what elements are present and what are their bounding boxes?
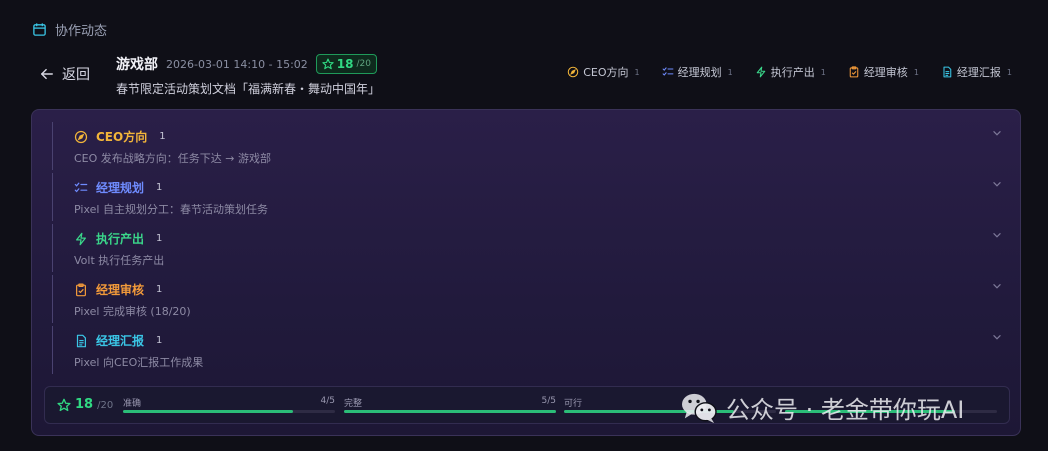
chevron-down-icon[interactable] <box>990 279 1004 293</box>
stage-name: 经理汇报 <box>96 334 145 348</box>
tab-count: 1 <box>1006 67 1012 77</box>
chevron-down-icon[interactable] <box>990 228 1004 242</box>
back-button[interactable]: 返回 <box>40 64 90 84</box>
metric-fill <box>344 410 556 413</box>
checklist-icon <box>662 67 674 76</box>
stage-name: 经理审核 <box>96 283 145 297</box>
clipboard-check-icon <box>76 282 86 296</box>
compass-icon <box>567 66 579 78</box>
metric-label: 可行 <box>564 399 583 409</box>
title-block: 游戏部 2026-03-01 14:10 - 15:02 18 /20 春节限定… <box>116 54 380 97</box>
stage-description: CEO 发布战略方向：任务下达 → 游戏部 <box>74 152 271 165</box>
tab-label: 经理汇报 <box>956 66 1001 79</box>
detail-header: 返回 游戏部 2026-03-01 14:10 - 15:02 18 /20 春… <box>40 54 1022 96</box>
metric-track <box>123 410 335 413</box>
tab-ceo-direction[interactable]: CEO方向 1 <box>567 64 640 80</box>
metric-fill <box>123 410 293 413</box>
tab-execution[interactable]: 执行产出 1 <box>755 64 826 80</box>
timeline-item-manager-plan[interactable]: 经理规划 1 Pixel 自主规划分工：春节活动策划任务 <box>52 173 1004 221</box>
clipboard-check-icon <box>849 66 859 78</box>
stage-description: Volt 执行任务产出 <box>74 254 165 267</box>
score-max: /20 <box>356 59 371 69</box>
wechat-icon <box>682 393 717 423</box>
compass-icon <box>74 130 88 143</box>
stage-description: Pixel 向CEO汇报工作成果 <box>74 356 204 369</box>
total-score-max: /20 <box>97 400 114 411</box>
section-title: 协作动态 <box>55 24 108 39</box>
stage-count: 1 <box>159 131 166 142</box>
metric-label: 完整 <box>344 399 363 409</box>
tab-count: 1 <box>820 67 826 77</box>
star-icon <box>322 58 334 70</box>
stage-count: 1 <box>156 233 163 244</box>
tab-label: 经理规划 <box>677 66 722 79</box>
task-subtitle: 春节限定活动策划文档「福满新春・舞动中国年」 <box>116 82 381 96</box>
watermark-text: 公众号 · 老金带你玩AI <box>726 396 965 424</box>
metric-score: 5/5 <box>541 396 556 406</box>
watermark: 公众号 · 老金带你玩AI <box>680 390 964 425</box>
tab-manager-report[interactable]: 经理汇报 1 <box>941 64 1012 80</box>
timeline-item-manager-review[interactable]: 经理审核 1 Pixel 完成审核 (18/20) <box>52 275 1004 323</box>
lightning-icon <box>76 232 86 245</box>
star-icon <box>57 398 71 411</box>
document-icon <box>76 334 86 347</box>
chevron-down-icon[interactable] <box>990 330 1004 344</box>
tab-label: 执行产出 <box>770 66 815 79</box>
timeline-item-ceo-direction[interactable]: CEO方向 1 CEO 发布战略方向：任务下达 → 游戏部 <box>52 122 1004 170</box>
tab-count: 1 <box>634 67 640 77</box>
tab-label: CEO方向 <box>583 66 629 79</box>
stage-count: 1 <box>156 284 163 295</box>
timeline-panel: CEO方向 1 CEO 发布战略方向：任务下达 → 游戏部 经理规划 1 Pix… <box>31 109 1021 436</box>
metric-accuracy: 准确 4/5 <box>123 396 335 416</box>
stage-description: Pixel 自主规划分工：春节活动策划任务 <box>74 203 268 216</box>
tab-manager-review[interactable]: 经理审核 1 <box>848 64 919 80</box>
stage-description: Pixel 完成审核 (18/20) <box>74 305 191 318</box>
total-score-value: 18 <box>75 397 94 412</box>
lightning-icon <box>756 66 765 78</box>
metric-track <box>344 410 556 413</box>
score-value: 18 <box>336 57 354 71</box>
tab-count: 1 <box>727 67 733 77</box>
department-title: 游戏部 <box>116 57 158 73</box>
time-range: 2026-03-01 14:10 - 15:02 <box>166 57 308 71</box>
stage-count: 1 <box>156 335 163 346</box>
chevron-down-icon[interactable] <box>990 126 1004 140</box>
checklist-icon <box>74 182 88 192</box>
chevron-down-icon[interactable] <box>990 177 1004 191</box>
tab-manager-plan[interactable]: 经理规划 1 <box>662 64 733 80</box>
metric-label: 准确 <box>123 399 142 409</box>
calendar-icon <box>33 23 46 36</box>
stage-name: CEO方向 <box>96 130 148 144</box>
stage-count: 1 <box>156 182 163 193</box>
stage-name: 经理规划 <box>96 181 145 195</box>
tab-label: 经理审核 <box>863 66 908 79</box>
stage-filter-tabs: CEO方向 1 经理规划 1 执行产出 1 经理审核 1 经理汇报 1 <box>567 64 1012 80</box>
arrow-left-icon <box>41 68 53 80</box>
back-label: 返回 <box>62 67 90 83</box>
tab-count: 1 <box>913 67 919 77</box>
total-score: 18 /20 <box>57 397 113 412</box>
metric-completeness: 完整 5/5 <box>344 396 556 416</box>
timeline-item-manager-report[interactable]: 经理汇报 1 Pixel 向CEO汇报工作成果 <box>52 326 1004 374</box>
score-badge: 18 /20 <box>315 54 377 74</box>
section-header: 协作动态 <box>32 20 107 39</box>
stage-name: 执行产出 <box>96 232 145 246</box>
metric-score: 4/5 <box>320 396 335 406</box>
document-icon <box>943 66 952 78</box>
timeline-item-execution[interactable]: 执行产出 1 Volt 执行任务产出 <box>52 224 1004 272</box>
